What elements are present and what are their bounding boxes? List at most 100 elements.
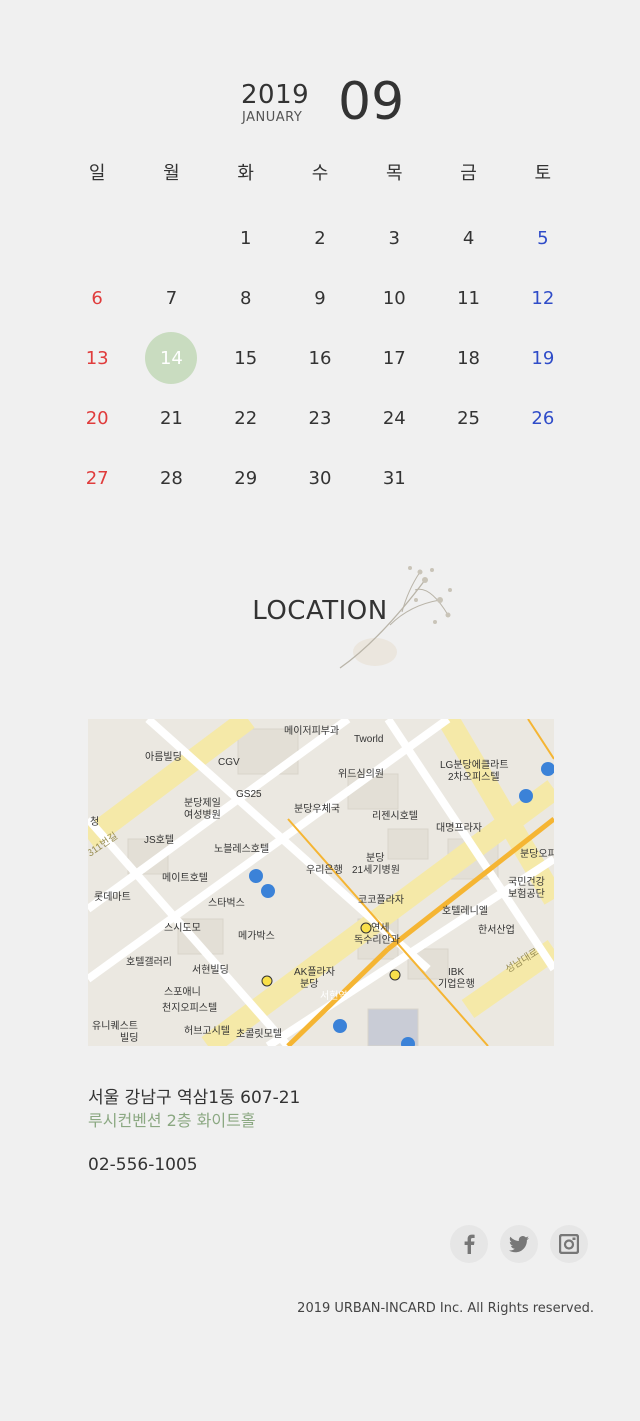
day-cell: 19 xyxy=(531,347,555,369)
day-cell: 27 xyxy=(85,467,109,489)
map-label: 연세 xyxy=(371,922,389,934)
week-row-3: 13 14 15 16 17 18 19 xyxy=(60,328,580,388)
day-cell: 3 xyxy=(388,227,400,249)
day-cell: 16 xyxy=(308,347,332,369)
map-label: 독수리안과 xyxy=(354,934,400,946)
day-cell: 29 xyxy=(234,467,258,489)
day-cell: 9 xyxy=(314,287,326,309)
facebook-button[interactable] xyxy=(450,1225,488,1263)
day-cell: 21 xyxy=(159,407,183,429)
map-label: 초콜릿모텔 xyxy=(236,1028,282,1040)
day-cell: 8 xyxy=(239,287,252,309)
weekday-sun: 일 xyxy=(88,163,106,184)
facebook-icon xyxy=(464,1234,475,1254)
day-cell: 11 xyxy=(457,287,480,309)
day-cell: 28 xyxy=(159,467,183,489)
day-label: 09 xyxy=(338,72,405,132)
map-label: Tworld xyxy=(354,734,383,745)
week-row-4: 20 21 22 23 24 25 26 xyxy=(60,388,580,448)
instagram-button[interactable] xyxy=(550,1225,588,1263)
day-cell: 4 xyxy=(462,227,475,249)
map-label: 분당오피 xyxy=(520,848,554,860)
map-label: 스시도모 xyxy=(164,922,201,934)
day-cell: 25 xyxy=(457,407,480,429)
map-label: 대명프라자 xyxy=(436,822,482,834)
location-map[interactable]: 메이저피부과 Tworld 아름빌딩 CGV 위드심의원 LG분당에클라트 2차… xyxy=(88,719,554,1046)
weekday-wed: 수 xyxy=(311,163,329,184)
map-graphic: 메이저피부과 Tworld 아름빌딩 CGV 위드심의원 LG분당에클라트 2차… xyxy=(88,719,554,1046)
calendar: 일 월 화 수 목 금 토 1 2 3 4 5 6 7 8 9 10 11 12… xyxy=(60,148,580,508)
map-label: 메이저피부과 xyxy=(284,725,339,737)
week-row-2: 6 7 8 9 10 11 12 xyxy=(60,268,580,328)
twitter-button[interactable] xyxy=(500,1225,538,1263)
day-cell: 31 xyxy=(382,467,406,489)
day-cell: 30 xyxy=(308,467,332,489)
map-label: 유니퀘스트 xyxy=(92,1020,138,1032)
day-cell: 7 xyxy=(165,287,178,309)
day-cell: 6 xyxy=(91,287,103,309)
map-label: CGV xyxy=(218,757,240,768)
day-cell: 15 xyxy=(234,347,258,369)
weekday-mon: 월 xyxy=(163,163,180,184)
twitter-icon xyxy=(509,1235,529,1252)
venue-text: 루시컨벤션 2층 화이트홀 xyxy=(88,1111,256,1130)
week-row-5: 27 28 29 30 31 xyxy=(60,448,580,508)
instagram-icon xyxy=(559,1234,579,1254)
map-label: 노블레스호텔 xyxy=(214,843,269,855)
map-label: AK플라자 xyxy=(294,966,335,978)
day-cell: 22 xyxy=(234,407,258,429)
day-cell: 17 xyxy=(382,347,406,369)
day-cell: 26 xyxy=(531,407,555,429)
map-label: 아름빌딩 xyxy=(145,751,182,763)
map-label: LG분당에클라트 xyxy=(440,759,509,771)
weekday-thu: 목 xyxy=(385,163,403,184)
map-label: 빌딩 xyxy=(120,1032,138,1044)
year-label: 2019 xyxy=(241,80,310,110)
day-cell: 13 xyxy=(85,347,109,369)
map-label: 코코플라자 xyxy=(358,894,404,906)
day-cell: 23 xyxy=(308,407,332,429)
highlight-marker: 14 xyxy=(145,332,198,384)
month-name-label: JANUARY xyxy=(242,110,303,125)
day-cell: 20 xyxy=(85,407,109,429)
week-row-1: 1 2 3 4 5 xyxy=(60,208,580,268)
map-label: 메가박스 xyxy=(238,930,275,942)
map-label: 서현역 xyxy=(320,990,348,1002)
map-label: 메이트호텔 xyxy=(162,872,208,884)
weekday-header-row: 일 월 화 수 목 금 토 xyxy=(60,148,580,196)
day-cell: 10 xyxy=(382,287,406,309)
map-label: 리젠시호텔 xyxy=(372,810,418,822)
weekday-tue: 화 xyxy=(237,163,254,184)
map-label: 허브고시텔 xyxy=(184,1025,230,1037)
map-label: 위드심의원 xyxy=(338,767,384,780)
map-label: 기업은행 xyxy=(438,977,475,990)
location-title: LOCATION xyxy=(252,596,388,626)
weekday-fri: 금 xyxy=(460,163,477,184)
day-cell: 5 xyxy=(537,227,549,249)
map-label: 분당 xyxy=(300,978,318,990)
map-label: 롯데마트 xyxy=(94,891,131,903)
day-cell: 2 xyxy=(314,227,326,249)
weekday-sat: 토 xyxy=(534,163,552,184)
map-label: 분당 xyxy=(366,852,384,864)
map-label: 천지오피스텔 xyxy=(162,1002,217,1014)
map-label: 호텔레니엘 xyxy=(442,904,488,917)
highlight-day: 14 xyxy=(159,347,183,369)
map-label: 2차오피스텔 xyxy=(448,771,500,783)
map-label: 호텔갤러리 xyxy=(126,956,172,968)
map-label: 분당우체국 xyxy=(294,803,340,815)
map-label: JS호텔 xyxy=(144,834,174,846)
day-cell: 1 xyxy=(239,227,252,249)
day-cell: 18 xyxy=(457,347,480,369)
map-label: 여성병원 xyxy=(184,809,221,821)
day-cell: 24 xyxy=(382,407,406,429)
day-cell: 12 xyxy=(531,287,555,309)
map-label: 우리은행 xyxy=(306,864,343,876)
phone-text[interactable]: 02-556-1005 xyxy=(88,1155,198,1175)
day-cell-highlighted: 14 xyxy=(134,332,208,384)
map-label: 청 xyxy=(90,816,99,828)
map-label: 국민건강 xyxy=(508,876,545,888)
map-label: 한서산업 xyxy=(478,923,515,936)
map-label: 분당제일 xyxy=(184,797,221,809)
copyright-text: 2019 URBAN-INCARD Inc. All Rights reserv… xyxy=(297,1301,594,1316)
